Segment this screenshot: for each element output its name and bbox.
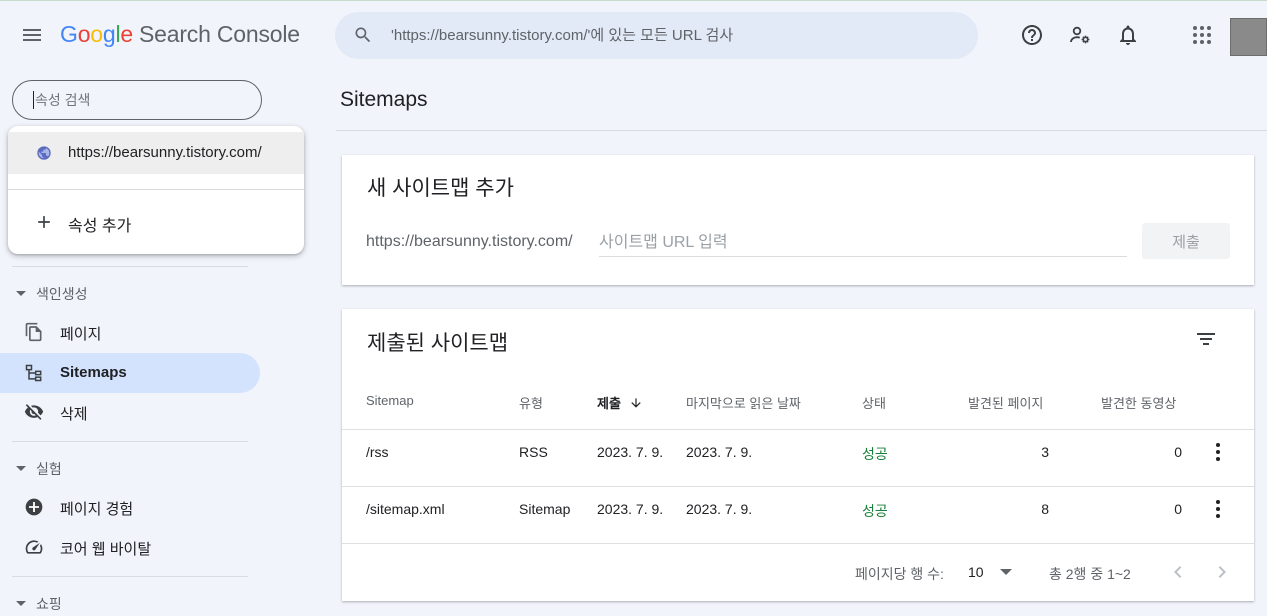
add-property-label: 속성 추가 xyxy=(68,218,132,235)
caret-down-icon xyxy=(16,600,26,606)
column-header-videos[interactable]: 발견한 동영상 xyxy=(1101,393,1176,412)
removals-icon xyxy=(24,402,44,422)
rows-per-page-value: 10 xyxy=(968,564,984,580)
cell-type: Sitemap xyxy=(519,501,571,517)
section-title: 색인생성 xyxy=(36,286,88,302)
cell-type: RSS xyxy=(519,444,548,460)
column-header-last-read[interactable]: 마지막으로 읽은 날짜 xyxy=(686,393,801,412)
dropdown-divider xyxy=(8,189,304,190)
plus-icon xyxy=(34,212,54,237)
cell-status: 성공 xyxy=(862,503,888,519)
search-console-logo[interactable]: Google Search Console xyxy=(60,21,300,48)
sidebar-item-core-web-vitals[interactable]: 코어 웹 바이탈 xyxy=(0,527,260,567)
cell-last-read: 2023. 7. 9. xyxy=(686,444,753,460)
core-web-vitals-icon xyxy=(24,537,44,557)
submitted-sitemaps-card: 제출된 사이트맵 Sitemap 유형 제출 마지막으로 읽은 날짜 상태 발견… xyxy=(342,309,1254,601)
column-header-sitemap[interactable]: Sitemap xyxy=(366,393,414,408)
url-inspection-search[interactable] xyxy=(335,12,978,59)
apps-grid-icon[interactable] xyxy=(1190,23,1214,47)
pagination-range: 총 2행 중 1~2 xyxy=(1049,566,1131,582)
column-header-type[interactable]: 유형 xyxy=(519,393,543,412)
cell-submitted: 2023. 7. 9. xyxy=(597,501,664,517)
dropdown-arrow-icon xyxy=(1000,569,1012,575)
sidebar-item-label: 삭제 xyxy=(60,406,88,423)
section-experience[interactable]: 실험 xyxy=(16,459,62,479)
globe-icon xyxy=(36,145,52,166)
cell-last-read: 2023. 7. 9. xyxy=(686,501,753,517)
sitemap-url-prefix: https://bearsunny.tistory.com/ xyxy=(366,233,573,250)
card-title: 제출된 사이트맵 xyxy=(367,332,509,355)
row-divider xyxy=(342,543,1254,544)
more-vert-icon[interactable] xyxy=(1208,440,1228,464)
row-divider xyxy=(342,429,1254,430)
column-header-submitted[interactable]: 제출 xyxy=(597,393,643,413)
page-experience-icon xyxy=(24,497,44,517)
property-search[interactable] xyxy=(12,80,262,120)
section-title: 쇼핑 xyxy=(36,596,62,612)
property-url: https://bearsunny.tistory.com/ xyxy=(68,144,262,161)
cell-videos: 0 xyxy=(1174,501,1182,517)
caret-down-icon xyxy=(16,465,26,471)
sitemap-url-input[interactable] xyxy=(599,230,1127,257)
row-divider xyxy=(342,486,1254,487)
previous-page-icon[interactable] xyxy=(1166,560,1190,584)
sidebar-divider xyxy=(12,266,248,267)
arrow-down-icon xyxy=(629,396,643,413)
manage-users-icon[interactable] xyxy=(1068,23,1092,47)
sidebar-item-removals[interactable]: 삭제 xyxy=(0,392,260,432)
sidebar-divider xyxy=(12,576,248,577)
main-menu-icon[interactable] xyxy=(20,23,44,47)
section-title: 실험 xyxy=(36,461,62,477)
rows-per-page-select[interactable]: 10 xyxy=(968,564,1018,580)
add-property-button[interactable]: 속성 추가 xyxy=(8,202,304,242)
property-dropdown: https://bearsunny.tistory.com/ 속성 추가 xyxy=(8,126,304,254)
cell-pages: 8 xyxy=(1041,501,1049,517)
sidebar-item-label: 페이지 xyxy=(60,326,102,343)
sidebar-item-sitemaps[interactable]: Sitemaps xyxy=(0,353,260,393)
cell-sitemap[interactable]: /rss xyxy=(366,444,389,460)
card-title: 새 사이트맵 추가 xyxy=(367,177,514,200)
rows-per-page-label: 페이지당 행 수: xyxy=(855,566,944,582)
add-sitemap-card: 새 사이트맵 추가 https://bearsunny.tistory.com/… xyxy=(342,155,1254,285)
sidebar-item-label: 페이지 경험 xyxy=(60,501,134,518)
column-header-pages[interactable]: 발견된 페이지 xyxy=(968,393,1043,412)
pages-icon xyxy=(24,322,44,342)
submit-button[interactable]: 제출 xyxy=(1142,223,1230,259)
help-icon[interactable] xyxy=(1020,23,1044,47)
more-vert-icon[interactable] xyxy=(1208,497,1228,521)
sidebar-item-pages[interactable]: 페이지 xyxy=(0,312,260,352)
sitemap-icon xyxy=(24,363,44,383)
cell-status: 성공 xyxy=(862,446,888,462)
page-title: Sitemaps xyxy=(340,88,428,111)
notifications-icon[interactable] xyxy=(1116,23,1140,47)
column-header-status[interactable]: 상태 xyxy=(862,393,886,412)
sidebar-item-page-experience[interactable]: 페이지 경험 xyxy=(0,487,260,527)
column-label: 제출 xyxy=(597,396,621,411)
next-page-icon[interactable] xyxy=(1210,560,1234,584)
cell-sitemap[interactable]: /sitemap.xml xyxy=(366,501,445,517)
property-search-input[interactable] xyxy=(33,91,253,109)
sidebar-item-label: Sitemaps xyxy=(60,364,127,381)
cell-videos: 0 xyxy=(1174,444,1182,460)
property-option[interactable]: https://bearsunny.tistory.com/ xyxy=(8,132,304,174)
top-app-bar: Google Search Console xyxy=(0,0,1267,70)
search-icon xyxy=(353,25,373,50)
title-divider xyxy=(336,130,1267,131)
url-inspection-input[interactable] xyxy=(391,12,951,59)
section-shopping[interactable]: 쇼핑 xyxy=(16,594,62,614)
sidebar-item-label: 코어 웹 바이탈 xyxy=(60,541,152,558)
account-avatar[interactable] xyxy=(1230,18,1267,56)
sidebar-divider xyxy=(12,441,248,442)
filter-icon[interactable] xyxy=(1194,327,1218,351)
caret-down-icon xyxy=(16,290,26,296)
section-indexing[interactable]: 색인생성 xyxy=(16,284,88,304)
cell-submitted: 2023. 7. 9. xyxy=(597,444,664,460)
cell-pages: 3 xyxy=(1041,444,1049,460)
